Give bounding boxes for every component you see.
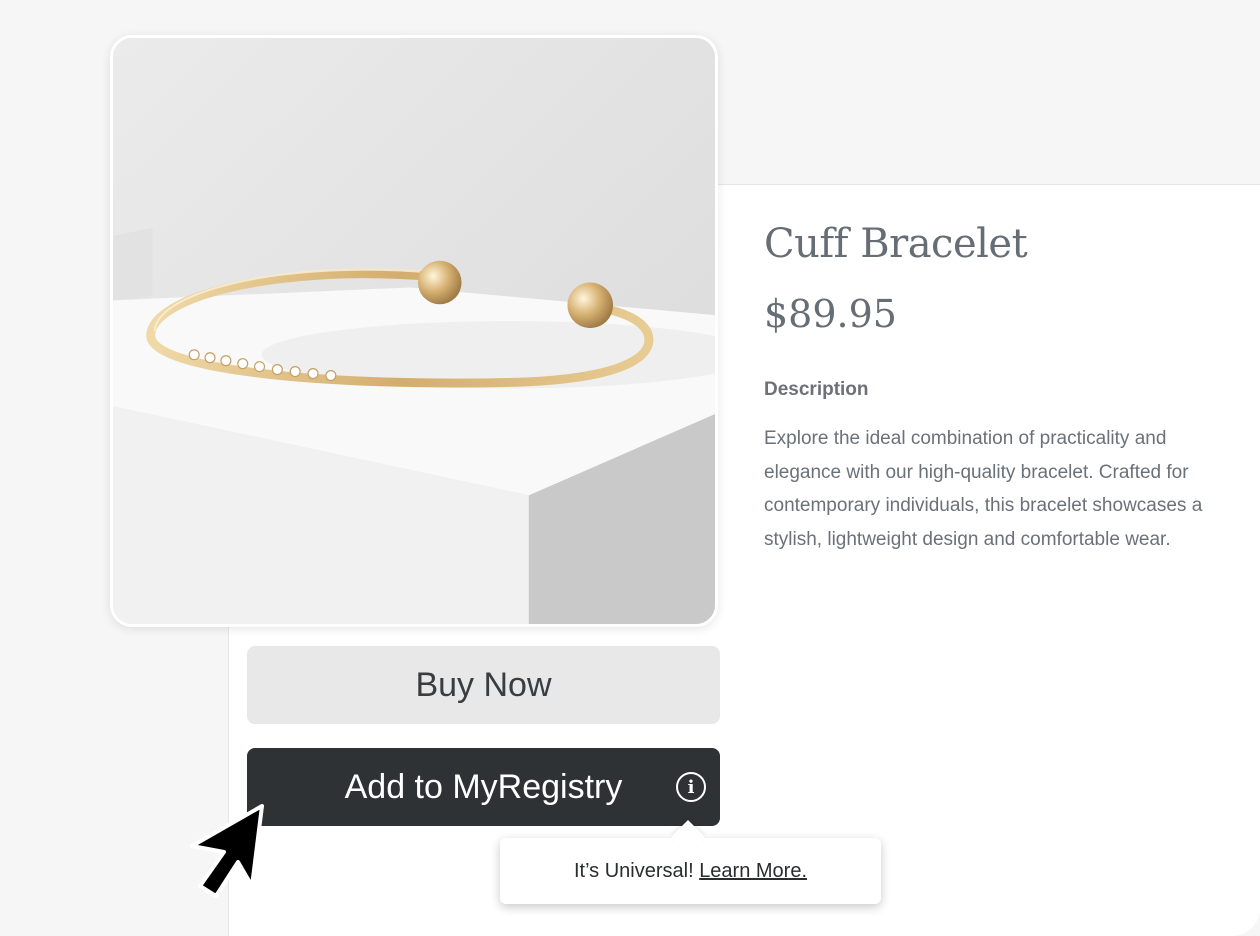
tooltip-text: It’s Universal! <box>573 859 694 882</box>
cursor-arrow-icon <box>190 804 264 898</box>
product-image[interactable] <box>110 35 718 627</box>
bracelet-photo <box>113 38 715 624</box>
tooltip-content: It’s Universal! Learn More. <box>574 860 807 883</box>
product-details: Cuff Bracelet $89.95 Description Explore… <box>764 218 1224 556</box>
add-to-myregistry-button[interactable]: Add to MyRegistry i <box>247 748 720 826</box>
buy-now-button[interactable]: Buy Now <box>247 646 720 724</box>
universal-tooltip: It’s Universal! Learn More. <box>500 838 881 904</box>
add-to-myregistry-label: Add to MyRegistry <box>344 767 623 806</box>
buy-now-label: Buy Now <box>415 665 552 704</box>
info-icon[interactable]: i <box>676 772 706 802</box>
product-title: Cuff Bracelet <box>764 221 1028 267</box>
description-text: Explore the ideal combination of practic… <box>764 428 1203 550</box>
page-frame: Cuff Bracelet $89.95 Description Explore… <box>0 0 1260 936</box>
description-heading: Description <box>764 379 869 400</box>
product-price: $89.95 <box>764 292 897 336</box>
learn-more-link[interactable]: Learn More. <box>699 860 807 882</box>
